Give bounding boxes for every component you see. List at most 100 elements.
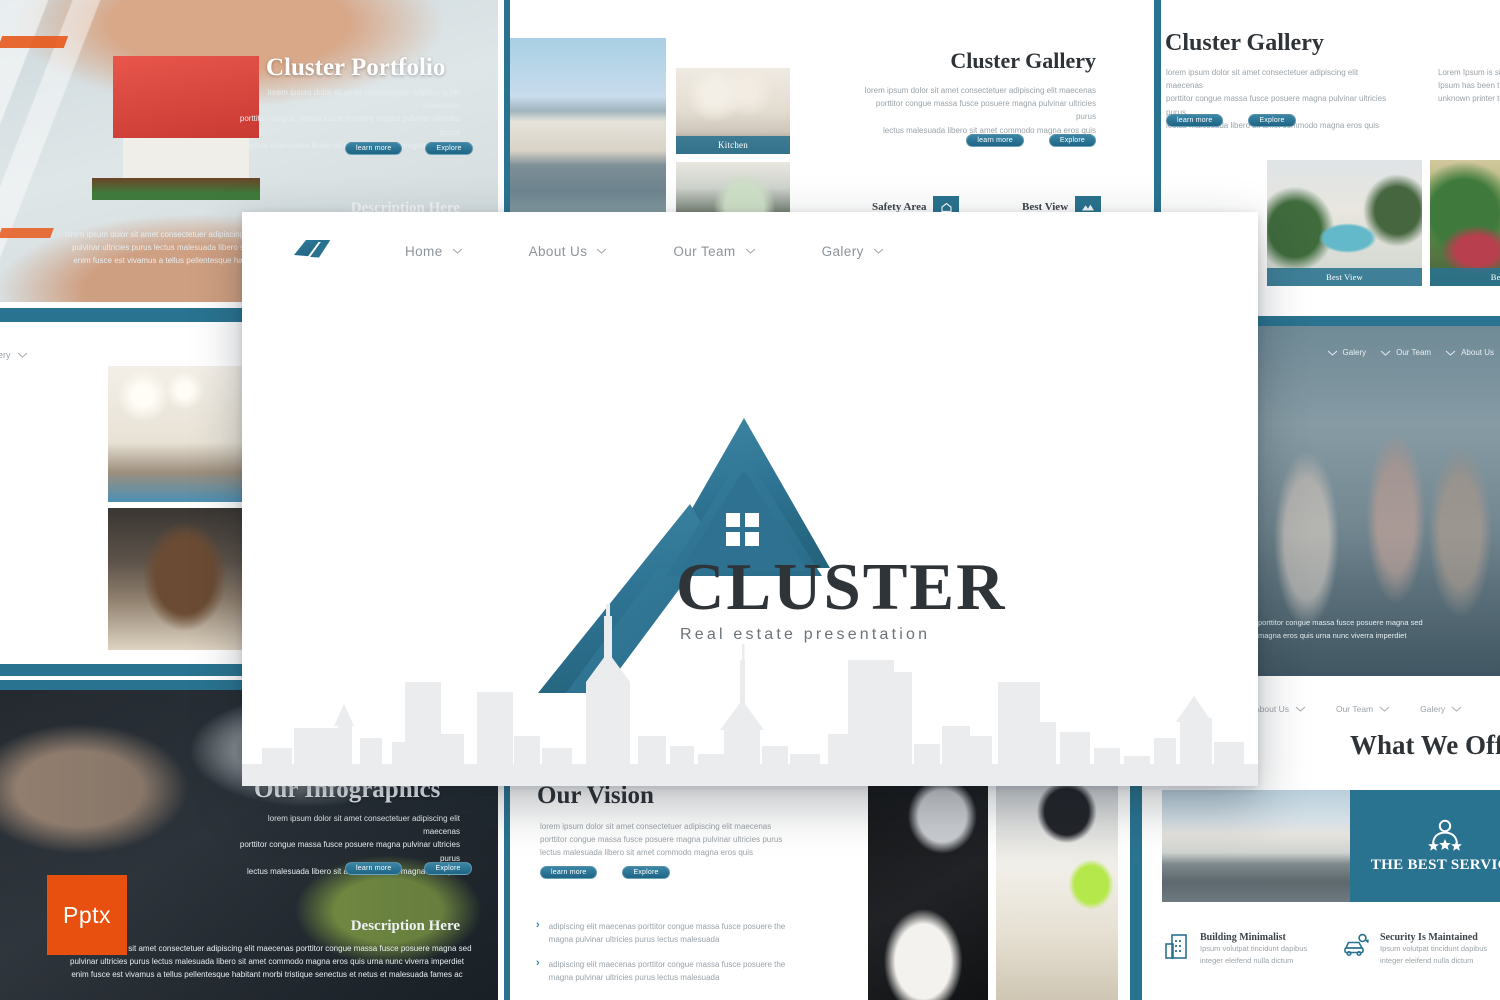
learn-more-button[interactable]: learn more: [540, 866, 598, 879]
slide-accent-edge-top: [0, 308, 248, 322]
offer-feature-security[interactable]: Security Is Maintained Ipsum volutpat ti…: [1342, 932, 1500, 967]
photo-desk-dark: [868, 786, 988, 1000]
nav-label: Galery: [1420, 704, 1446, 714]
slide-nav-item-our-team[interactable]: Our Team: [1336, 704, 1390, 714]
cluster-mark-icon[interactable]: [292, 235, 332, 267]
page-title: Cluster Gallery: [950, 48, 1096, 73]
feature-line: Ipsum volutpat tincidunt dapibus: [1380, 944, 1488, 953]
nav-label: About Us: [1461, 348, 1494, 357]
feature-line: Ipsum volutpat tincidunt dapibus: [1200, 944, 1308, 953]
infographics-actions: learn more Explore: [345, 862, 472, 875]
vision-actions: learn more Explore: [540, 866, 670, 879]
lorem-line: Lorem Ipsum is simply: [1438, 68, 1500, 77]
banner-text: THE BEST SERVICE: [1370, 856, 1500, 873]
photo-street-houses: [1162, 790, 1350, 902]
chevron-down-icon: [1295, 706, 1306, 712]
slide-our-team[interactable]: Galery Our Team About Us porttitor congu…: [1252, 316, 1500, 676]
chevron-down-icon: [1451, 706, 1462, 712]
learn-more-button[interactable]: learn more: [1166, 114, 1224, 127]
lorem-line: rem: [0, 478, 30, 490]
lorem-line: pulvinar ultricies purus lectus malesuad…: [70, 957, 464, 967]
nav-label: Galery: [0, 350, 11, 360]
slide-nav: About Us Our Team Galery: [1254, 704, 1462, 714]
lorem-line: lorem ipsum dolor sit amet consectetuer …: [1166, 68, 1359, 91]
photo-caption: Beautiful: [1430, 268, 1500, 286]
page-title: Cluster Gallery: [1165, 30, 1324, 56]
person-three-stars-icon: [1428, 819, 1462, 851]
slide-accent-edge: [1130, 776, 1142, 1000]
office-lorem: rem purus: [0, 478, 30, 501]
slide-nav-item-galery[interactable]: Galery: [0, 350, 28, 360]
slide-nav-item-galery[interactable]: Galery: [1327, 348, 1367, 357]
slide-nav: Galery Our Team About Us: [1327, 348, 1494, 357]
chevron-right-icon: ›: [536, 957, 540, 969]
nav-item-about-us[interactable]: About Us: [496, 244, 641, 259]
photo-garden: Beautiful: [1430, 160, 1500, 286]
slide-office-photos[interactable]: Galery rem purus: [0, 308, 248, 676]
feature-title: Building Minimalist: [1200, 932, 1286, 943]
chevron-right-icon: ›: [536, 919, 540, 931]
explore-button[interactable]: Explore: [424, 862, 472, 875]
explore-button[interactable]: Explore: [425, 142, 473, 155]
nav-label: About Us: [1254, 704, 1289, 714]
photo-waterfront-houses: [510, 38, 666, 220]
lorem-line: porttitor congue massa fusce posuere mag…: [239, 114, 460, 137]
chevron-down-icon: [1380, 350, 1391, 356]
gallery-right-ipsum: Lorem Ipsum is simply Ipsum has been the…: [1438, 66, 1500, 106]
slide-nav-item-about-us[interactable]: About Us: [1254, 704, 1306, 714]
slide-accent-edge-bottom: [0, 664, 248, 676]
slide-nav-item-about-us[interactable]: About Us: [1445, 348, 1494, 357]
slide-accent-edge-top: [1252, 316, 1500, 326]
page-title: Our Vision: [537, 782, 654, 809]
slide-nav-item-our-team[interactable]: Our Team: [1380, 348, 1431, 357]
lorem-line: unknown printer to: [1438, 94, 1500, 104]
nav-items: Home About Us Our Team Galery: [372, 244, 917, 259]
decor-orange-bar-1: [0, 36, 69, 48]
bullet-text: adipiscing elit maecenas porttitor congu…: [548, 922, 786, 945]
nav-item-home[interactable]: Home: [372, 244, 496, 259]
lorem-line: porttitor congue massa fusce posuere mag…: [239, 840, 460, 863]
offer-feature-building[interactable]: Building Minimalist Ipsum volutpat tinci…: [1164, 932, 1334, 967]
feature-line: integer eleifend nulla dictum: [1380, 956, 1474, 965]
learn-more-button[interactable]: learn more: [345, 862, 403, 875]
nav-label: Galery: [821, 243, 864, 259]
page-title: What We Offer: [1350, 730, 1500, 760]
city-skyline-icon: [242, 604, 1258, 786]
explore-button[interactable]: Explore: [1048, 134, 1096, 147]
lorem-line: lorem ipsum dolor sit amet consectetuer …: [267, 88, 460, 111]
nav-item-our-team[interactable]: Our Team: [640, 244, 788, 259]
nav-item-galery[interactable]: Galery: [789, 244, 917, 259]
nav-label: Our Team: [673, 243, 736, 259]
lorem-line: porttitor congue massa fusce posuere mag…: [540, 835, 783, 845]
chevron-down-icon: [17, 352, 27, 358]
lorem-line: lorem ipsum dolor sit amet consectetuer …: [864, 86, 1096, 95]
lorem-line: magna eros quis urna nunc viverra imperd…: [1258, 630, 1407, 640]
feature-line: integer eleifend nulla dictum: [1200, 956, 1294, 965]
lorem-line: porttitor congue massa fusce posuere mag…: [875, 99, 1096, 122]
security-car-icon: [1344, 933, 1370, 957]
vision-bullet-2: › adipiscing elit maecenas porttitor con…: [536, 957, 808, 984]
house-model-fence: [92, 178, 260, 200]
lorem-line: lorem ipsum dolor sit amet consectetuer …: [540, 822, 772, 831]
learn-more-button[interactable]: learn more: [966, 134, 1024, 147]
lorem-line: lectus malesuada libero sit amet commodo…: [540, 848, 753, 858]
chevron-down-icon: [596, 248, 607, 254]
screenshot-root: Cluster Portfolio lorem ipsum dolor sit …: [0, 0, 1500, 1000]
lorem-line: Ipsum has been the: [1438, 81, 1500, 91]
lorem-line: purus: [0, 490, 30, 502]
best-service-banner: THE BEST SERVICE: [1350, 790, 1500, 902]
nav-label: Galery: [1342, 348, 1367, 357]
photo-office-desk: [108, 508, 248, 650]
vision-lorem: lorem ipsum dolor sit amet consectetuer …: [540, 820, 790, 860]
gallery-actions: learn more Explore: [966, 134, 1096, 147]
explore-button[interactable]: Explore: [622, 866, 670, 879]
explore-button[interactable]: Explore: [1248, 114, 1296, 127]
portfolio-actions: learn more Explore: [345, 142, 473, 155]
lorem-line: enim fusce est vivamus a tellus pellente…: [71, 970, 463, 980]
photo-kitchen: Kitchen: [676, 68, 790, 154]
feature-title: Security Is Maintained: [1380, 932, 1478, 943]
slide-nav-item-galery[interactable]: Galery: [1420, 704, 1462, 714]
learn-more-button[interactable]: learn more: [345, 142, 403, 155]
chevron-down-icon: [1379, 706, 1390, 712]
nav-label: Our Team: [1396, 348, 1432, 357]
